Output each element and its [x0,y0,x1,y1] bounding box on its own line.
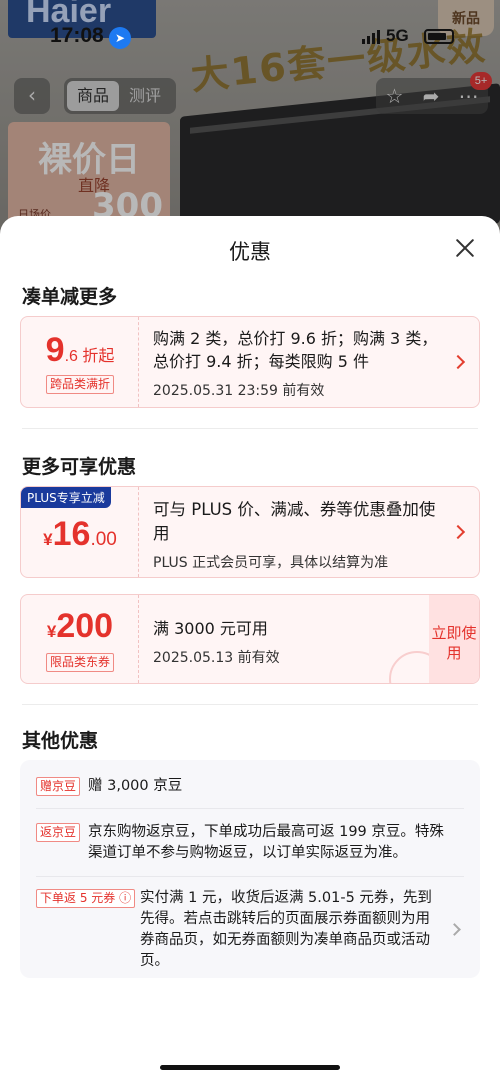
coupon-amount-int: 200 [56,607,114,645]
plus-label: PLUS专享立减 [21,487,111,508]
coupon-amount-panel: ¥200 限品类东券 [21,595,139,683]
coupon-category-tag: 限品类东券 [45,653,114,672]
use-coupon-label: 立即使用 [431,624,477,662]
plus-amount-panel: PLUS专享立减 ¥16.00 [21,487,139,577]
jd-beans-gift-text: 赠 3,000 京豆 [88,778,183,794]
offers-sheet: 优惠 凑单减更多 9.6 折起 跨品类满折 购满 2 类，总价打 9.6 折；购… [0,216,500,1083]
section-title-other: 其他优惠 [22,730,99,752]
section-title-bundle: 凑单减更多 [22,286,118,308]
network-type: 5G [386,26,409,45]
plus-discount-card[interactable]: PLUS专享立减 ¥16.00 可与 PLUS 价、满减、券等优惠叠加使用 PL… [20,486,480,578]
battery-icon [424,29,454,44]
close-icon[interactable] [452,236,478,262]
section-divider [22,428,478,429]
bundle-discount-card[interactable]: 9.6 折起 跨品类满折 购满 2 类，总价打 9.6 折；购满 3 类，总价打… [20,316,480,408]
coupon-card[interactable]: ¥200 限品类东券 满 3000 元可用 2025.05.13 前有效 立即使… [20,594,480,684]
section-title-more: 更多可享优惠 [22,456,137,478]
plus-note: PLUS 正式会员可享，具体以结算为准 [153,555,389,571]
cellular-signal-icon [362,30,380,44]
chevron-right-icon [450,524,466,540]
home-indicator[interactable] [160,1065,340,1070]
jd-beans-gift-tag: 赠京豆 [36,777,81,796]
coupon-condition: 满 3000 元可用 [153,619,268,638]
bundle-validity: 2025.05.31 23:59 前有效 [153,383,325,399]
bundle-card-body: 购满 2 类，总价打 9.6 折；购满 3 类，总价打 9.4 折；每类限购 5… [153,327,449,400]
plus-currency: ¥ [43,530,53,549]
coupon-return-tag[interactable]: 下单返 5 元券 ⓘ [36,889,136,908]
row-divider [36,876,464,877]
jd-beans-rebate-tag: 返京豆 [36,823,81,842]
plus-card-body: 可与 PLUS 价、满减、券等优惠叠加使用 PLUS 正式会员可享，具体以结算为… [153,498,449,572]
chevron-right-icon [448,923,461,936]
coupon-currency: ¥ [46,622,57,641]
chevron-right-icon [450,354,466,370]
plus-description: 可与 PLUS 价、满减、券等优惠叠加使用 [153,500,436,543]
use-coupon-button[interactable]: 立即使用 [429,595,479,683]
list-item: 返京豆 京东购物返京豆，下单成功后最高可返 199 京豆。特殊渠道订单不参与购物… [36,822,466,868]
bundle-description: 购满 2 类，总价打 9.6 折；购满 3 类，总价打 9.4 折；每类限购 5… [153,329,438,371]
cross-category-tag: 跨品类满折 [45,375,114,394]
list-item: 赠京豆 赠 3,000 京豆 [36,776,466,800]
discount-rate-rest: .6 折起 [64,348,115,365]
discount-rate-int: 9 [45,331,65,369]
plus-amount: ¥16.00 [21,515,139,554]
row-divider [36,808,464,809]
list-item[interactable]: 下单返 5 元券 ⓘ 实付满 1 元，收货后返满 5.01-5 元券，先到先得。… [36,888,466,976]
status-time: 17:08 [50,24,104,47]
jd-beans-rebate-text: 京东购物返京豆，下单成功后最高可返 199 京豆。特殊渠道订单不参与购物返豆，以… [88,824,444,861]
section-divider [22,704,478,705]
status-bar: 17:08 ➤ 5G [0,0,500,60]
location-arrow-icon: ➤ [109,27,131,49]
bundle-rate-panel: 9.6 折起 跨品类满折 [21,317,139,407]
plus-amount-dec: .00 [90,529,117,550]
sheet-title: 优惠 [229,240,271,264]
coupon-amount: ¥200 [21,607,139,646]
coupon-return-text: 实付满 1 元，收货后返满 5.01-5 元券，先到先得。若点击跳转后的页面展示… [140,890,432,969]
discount-rate: 9.6 折起 [21,331,139,370]
plus-amount-int: 16 [52,515,91,553]
other-offers-list: 赠京豆 赠 3,000 京豆 返京豆 京东购物返京豆，下单成功后最高可返 199… [20,760,480,978]
